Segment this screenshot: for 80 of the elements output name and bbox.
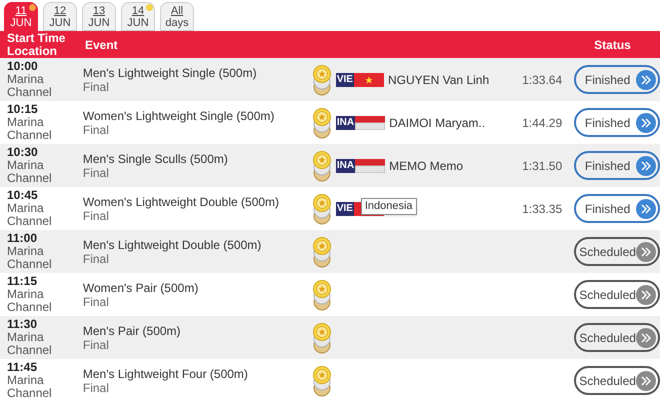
result-time: 1:44.29 xyxy=(522,114,562,132)
start-time: 10:30 xyxy=(7,146,39,159)
chevrons-icon xyxy=(636,328,656,348)
start-time: 11:15 xyxy=(7,275,38,288)
result-time: 1:33.35 xyxy=(522,200,562,218)
event-phase: Final xyxy=(82,252,110,266)
event-phase: Final xyxy=(82,166,110,180)
chevrons-icon xyxy=(636,284,656,304)
start-time: 10:00 xyxy=(7,60,39,73)
date-tab[interactable]: 11 JUN xyxy=(4,2,38,31)
medals-icon xyxy=(312,364,332,396)
event-phase: Final xyxy=(82,209,110,223)
date-tab[interactable]: All days xyxy=(160,2,194,31)
location: Marina Channel xyxy=(7,245,53,271)
event-name: Men's Lightweight Single (500m) xyxy=(82,66,258,80)
status-button[interactable]: Scheduled xyxy=(574,323,660,352)
event-name: Women's Pair (500m) xyxy=(82,281,200,295)
column-header: Location xyxy=(7,44,58,58)
location: Marina Channel xyxy=(7,288,53,314)
column-header: Status xyxy=(594,36,631,54)
chevrons-icon xyxy=(636,242,656,262)
start-time: 11:30 xyxy=(7,318,38,331)
result-time: 1:33.64 xyxy=(522,72,562,88)
result-time: 1:31.50 xyxy=(522,158,562,174)
medals-icon xyxy=(312,278,332,310)
chevrons-icon xyxy=(636,70,656,90)
status-button[interactable]: Scheduled xyxy=(574,280,660,309)
event-name: Men's Lightweight Double (500m) xyxy=(82,238,262,252)
event-phase: Final xyxy=(82,338,110,352)
event-name: Women's Lightweight Single (500m) xyxy=(82,109,276,123)
medals-icon xyxy=(312,106,332,138)
status-button[interactable]: Scheduled xyxy=(574,366,660,395)
status-button[interactable]: Finished xyxy=(574,194,660,223)
event-phase: Final xyxy=(82,381,110,395)
column-header: Start Time xyxy=(7,32,66,44)
event-name: Men's Lightweight Four (500m) xyxy=(82,367,249,381)
location: Marina Channel xyxy=(7,159,53,185)
country-code: VIE xyxy=(336,202,354,216)
status-button[interactable]: Finished xyxy=(574,108,660,137)
flag-icon xyxy=(355,158,386,172)
start-time: 10:45 xyxy=(7,189,39,202)
status-button[interactable]: Finished xyxy=(574,65,660,94)
country-code: VIE xyxy=(336,72,354,86)
chevrons-icon xyxy=(636,112,656,132)
start-time: 11:00 xyxy=(7,232,38,245)
date-tab[interactable]: 13 JUN xyxy=(82,2,116,31)
status-button[interactable]: Finished xyxy=(574,151,660,180)
medals-icon xyxy=(312,236,332,268)
flag-icon xyxy=(355,116,386,130)
country-code: INA xyxy=(336,158,356,172)
event-phase: Final xyxy=(82,123,110,137)
date-tab[interactable]: 12 JUN xyxy=(43,2,77,31)
location: Marina Channel xyxy=(7,202,53,228)
event-name: Men's Pair (500m) xyxy=(82,324,182,338)
status-button[interactable]: Scheduled xyxy=(574,237,660,266)
medals-icon xyxy=(312,192,332,224)
event-name: Women's Lightweight Double (500m) xyxy=(82,195,280,209)
tooltip: Indonesia xyxy=(360,198,417,214)
location: Marina Channel xyxy=(7,73,53,99)
athlete-name: MEMO Memo xyxy=(389,158,464,174)
medals-icon xyxy=(312,150,332,182)
medals-icon xyxy=(312,322,332,354)
event-phase: Final xyxy=(82,80,110,94)
event-name: Men's Single Sculls (500m) xyxy=(82,152,229,166)
location: Marina Channel xyxy=(7,374,53,400)
flag-icon xyxy=(354,72,384,86)
start-time: 11:45 xyxy=(7,361,38,374)
date-tab[interactable]: 14 JUN xyxy=(121,2,155,31)
chevrons-icon xyxy=(636,156,656,176)
medals-icon xyxy=(312,64,332,96)
chevrons-icon xyxy=(636,370,656,390)
event-phase: Final xyxy=(82,295,110,309)
athlete-name: NGUYEN Van Linh xyxy=(388,72,490,88)
country-code: INA xyxy=(336,116,356,130)
start-time: 10:15 xyxy=(7,103,39,116)
athlete-name: DAIMOI Maryam.. xyxy=(389,114,486,132)
chevrons-icon xyxy=(636,198,656,218)
column-header: Event xyxy=(85,36,119,54)
location: Marina Channel xyxy=(7,116,53,142)
location: Marina Channel xyxy=(7,331,53,357)
